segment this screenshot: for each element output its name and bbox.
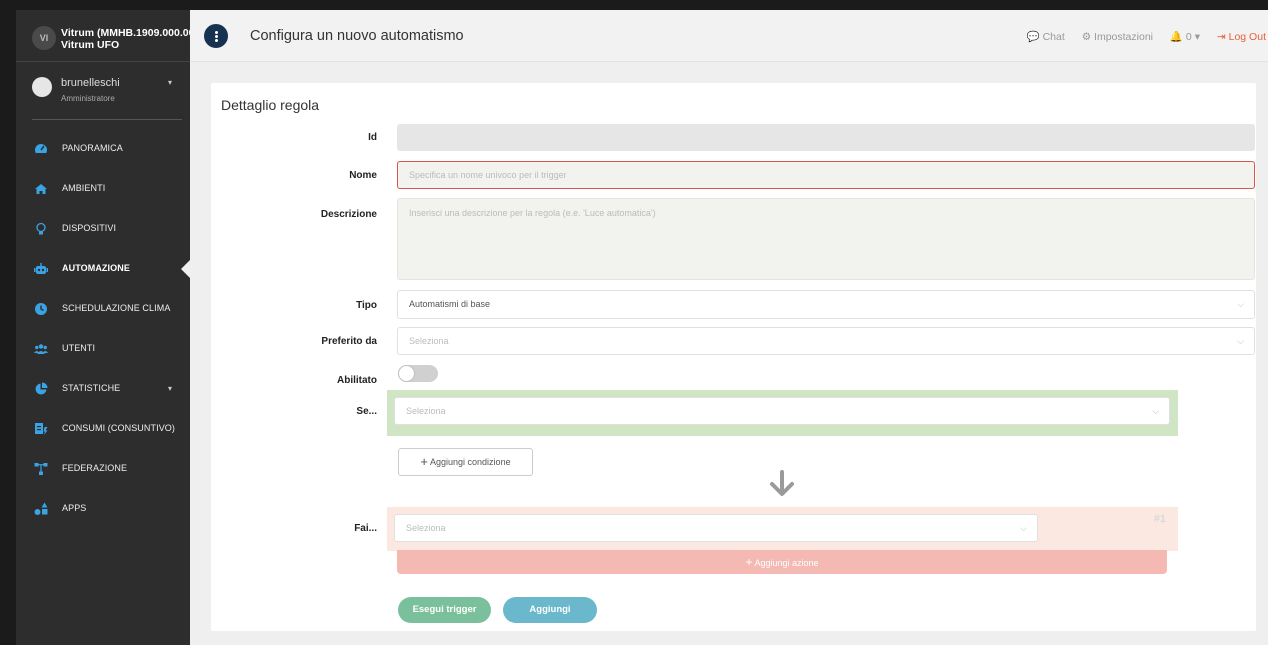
sidebar-item-statistiche[interactable]: STATISTICHE ▾ (16, 369, 190, 409)
chevron-down-icon: ⌵ (1237, 299, 1244, 309)
sidebar-item-label: AUTOMAZIONE (62, 263, 130, 273)
action-placeholder: Seleziona (406, 523, 446, 533)
robot-icon (34, 263, 48, 274)
users-icon (34, 344, 48, 354)
favorite-label: Preferito da (321, 336, 377, 347)
name-label: Nome (349, 170, 377, 181)
action-number: #1 (1153, 513, 1166, 525)
gear-icon: ⚙ (1081, 31, 1092, 43)
sidebar-item-ambienti[interactable]: AMBIENTI (16, 169, 190, 209)
sidebar-item-schedulazione-clima[interactable]: SCHEDULAZIONE CLIMA (16, 289, 190, 329)
caret-down-icon: ▾ (168, 384, 173, 393)
network-icon (34, 463, 48, 475)
sidebar-item-label: DISPOSITIVI (62, 223, 117, 233)
add-condition-button[interactable]: + Aggiungi condizione (398, 448, 533, 476)
description-placeholder: Inserisci una descrizione per la regola … (409, 208, 656, 218)
caret-down-icon: ▾ (168, 78, 173, 87)
add-action-button[interactable]: + Aggiungi azione (397, 550, 1167, 574)
enabled-toggle[interactable] (398, 365, 438, 382)
logout-icon: ⇥ (1216, 31, 1226, 43)
run-trigger-button[interactable]: Esegui trigger (398, 597, 491, 623)
dashboard-icon (35, 144, 47, 156)
toggle-knob (398, 365, 415, 382)
sidebar-item-label: PANORAMICA (62, 143, 123, 153)
brand-line1: Vitrum (MMHB.1909.000.002 (61, 27, 201, 39)
sidebar: VI Vitrum (MMHB.1909.000.002 Vitrum UFO … (16, 10, 200, 645)
id-label: Id (368, 132, 377, 143)
chevron-down-icon: ⌵ (1020, 523, 1027, 533)
rule-detail-card: Dettaglio regola Id Nome Specifica un no… (211, 83, 1256, 631)
if-label: Se... (356, 406, 377, 417)
brand-header[interactable]: VI Vitrum (MMHB.1909.000.002 Vitrum UFO (16, 10, 200, 62)
action-select[interactable]: Seleziona ⌵ (394, 514, 1038, 542)
description-label: Descrizione (320, 209, 377, 220)
favorite-placeholder: Seleziona (409, 336, 449, 346)
chat-link[interactable]: 💬 Chat (1027, 31, 1065, 43)
notifications-dropdown[interactable]: 🔔 0 ▾ (1170, 31, 1200, 43)
action-box: Seleziona ⌵ #1 (387, 507, 1178, 551)
card-title: Dettaglio regola (221, 97, 320, 113)
enabled-label: Abilitato (337, 375, 377, 386)
condition-box: Seleziona ⌵ (387, 390, 1178, 436)
sidebar-item-label: FEDERAZIONE (62, 463, 128, 473)
user-role: Amministratore (61, 94, 115, 103)
sidebar-item-consumi[interactable]: CONSUMI (CONSUNTIVO) (16, 409, 190, 449)
brand-text: Vitrum (MMHB.1909.000.002 Vitrum UFO (61, 27, 200, 51)
settings-link[interactable]: ⚙ Impostazioni (1082, 31, 1153, 43)
sidebar-item-automazione[interactable]: AUTOMAZIONE (16, 249, 190, 289)
brand-line2: Vitrum UFO (61, 39, 120, 51)
sidebar-item-label: SCHEDULAZIONE CLIMA (62, 303, 171, 313)
name-placeholder: Specifica un nome univoco per il trigger (409, 170, 567, 180)
sidebar-item-label: APPS (62, 503, 87, 513)
sidebar-item-dispositivi[interactable]: DISPOSITIVI (16, 209, 190, 249)
sidebar-item-label: AMBIENTI (62, 183, 106, 193)
type-label: Tipo (356, 300, 377, 311)
sidebar-item-label: CONSUMI (CONSUNTIVO) (62, 423, 175, 433)
sidebar-item-panoramica[interactable]: PANORAMICA (16, 129, 190, 169)
id-field[interactable] (397, 124, 1255, 151)
caret-down-icon: ▾ (1194, 31, 1200, 43)
name-input[interactable]: Specifica un nome univoco per il trigger (397, 161, 1255, 189)
lightbulb-icon (36, 222, 46, 235)
plus-icon: + (745, 555, 753, 569)
user-menu[interactable]: brunelleschi Amministratore ▾ (16, 62, 190, 120)
brand-logo: VI (32, 26, 56, 50)
chevron-down-icon: ⌵ (1237, 336, 1244, 346)
avatar (32, 77, 52, 97)
user-name: brunelleschi (61, 77, 120, 89)
home-icon (35, 184, 47, 194)
favorite-select[interactable]: Seleziona ⌵ (397, 327, 1255, 355)
header-links: 💬 Chat ⚙ Impostazioni 🔔 0 ▾ ⇥ Log Out (1013, 30, 1266, 43)
condition-placeholder: Seleziona (406, 406, 446, 416)
plus-icon: + (420, 454, 428, 469)
description-textarea[interactable]: Inserisci una descrizione per la regola … (397, 198, 1255, 280)
sidebar-item-federazione[interactable]: FEDERAZIONE (16, 449, 190, 489)
menu-toggle-button[interactable] (204, 24, 228, 48)
sidebar-divider (32, 119, 182, 120)
type-select[interactable]: Automatismi di base ⌵ (397, 290, 1255, 319)
type-value: Automatismi di base (409, 299, 491, 309)
apps-icon (34, 502, 48, 515)
add-button[interactable]: Aggiungi (503, 597, 597, 623)
clock-icon (35, 303, 47, 315)
sidebar-item-label: STATISTICHE (62, 383, 121, 393)
arrow-down-icon (770, 470, 794, 496)
then-label: Fai... (354, 523, 377, 534)
sidebar-item-apps[interactable]: APPS (16, 489, 190, 529)
chevron-down-icon: ⌵ (1152, 406, 1159, 416)
consumption-icon (35, 423, 48, 435)
sidebar-item-utenti[interactable]: UTENTI (16, 329, 190, 369)
main-area: Configura un nuovo automatismo 💬 Chat ⚙ … (190, 10, 1268, 645)
top-header: Configura un nuovo automatismo 💬 Chat ⚙ … (190, 10, 1268, 62)
sidebar-item-label: UTENTI (62, 343, 96, 353)
logout-link[interactable]: ⇥ Log Out (1217, 31, 1266, 43)
bell-icon: 🔔 (1169, 31, 1183, 43)
condition-select[interactable]: Seleziona ⌵ (394, 397, 1170, 425)
chat-icon: 💬 (1026, 31, 1040, 43)
page-title: Configura un nuovo automatismo (250, 28, 464, 44)
active-indicator (181, 260, 190, 278)
pie-chart-icon (35, 382, 48, 395)
